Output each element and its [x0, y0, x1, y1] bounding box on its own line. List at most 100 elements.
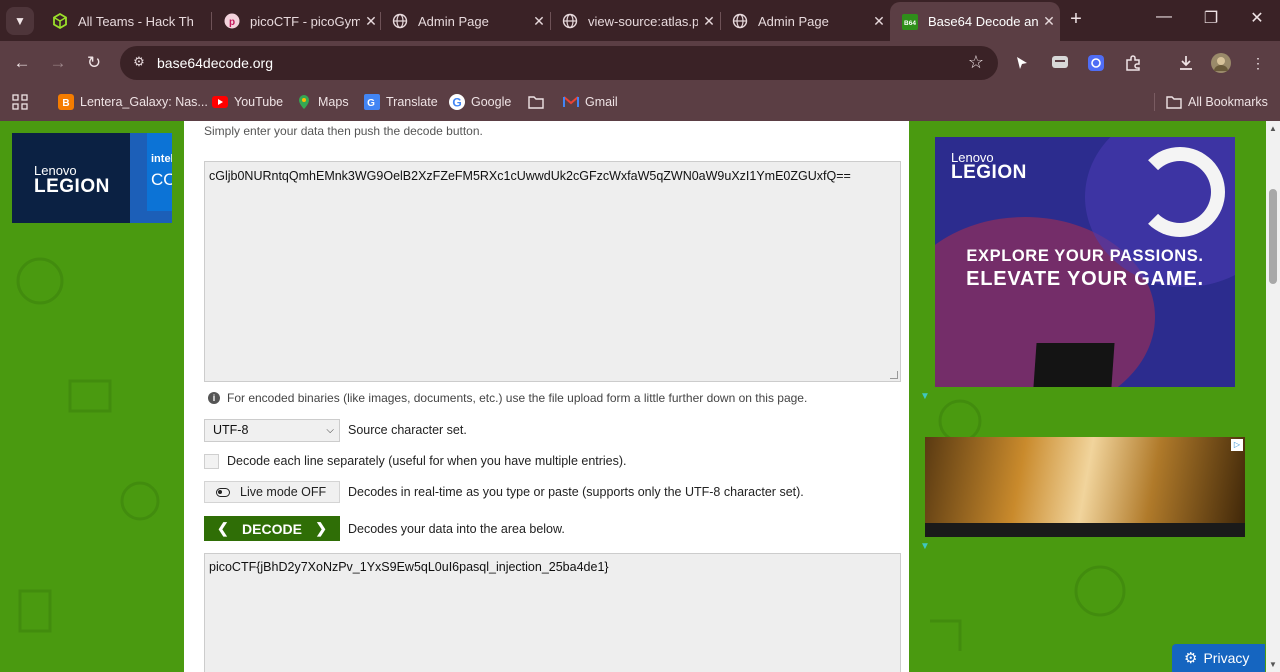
- decoded-output[interactable]: picoCTF{jBhD2y7XoNzPv_1YxS9Ew5qL0uI6pasq…: [204, 553, 901, 672]
- menu-icon[interactable]: ⋮: [1248, 53, 1268, 73]
- bookmarks-bar: B Lentera_Galaxy: Nas... YouTube Maps G …: [0, 85, 1280, 121]
- window-close-icon[interactable]: ✕: [1245, 8, 1269, 28]
- live-mode-label: Live mode OFF: [240, 485, 327, 499]
- close-icon[interactable]: ✕: [528, 13, 550, 30]
- scroll-down-icon[interactable]: ▼: [1269, 660, 1277, 669]
- youtube-icon: [212, 94, 228, 110]
- badge-extension-icon[interactable]: [1086, 53, 1106, 73]
- bookmark-lentera[interactable]: B Lentera_Galaxy: Nas...: [58, 93, 208, 111]
- decode-form: Simply enter your data then push the dec…: [184, 121, 909, 672]
- download-icon[interactable]: [1176, 53, 1196, 73]
- close-icon[interactable]: ✕: [868, 13, 890, 30]
- close-icon[interactable]: ✕: [1038, 13, 1060, 30]
- restore-icon[interactable]: ❐: [1199, 8, 1223, 28]
- tab-all-teams[interactable]: All Teams - Hack Th: [40, 6, 210, 36]
- left-banner-ad[interactable]: Lenovo LEGION intel CO: [12, 133, 172, 223]
- folder-icon: [528, 94, 544, 110]
- live-mode-description: Decodes in real-time as you type or past…: [348, 485, 804, 499]
- bookmark-gmail[interactable]: Gmail: [563, 93, 618, 111]
- each-line-checkbox[interactable]: [204, 454, 219, 469]
- forward-icon[interactable]: →: [47, 52, 69, 74]
- bookmark-star-icon[interactable]: ☆: [968, 52, 984, 73]
- scroll-thumb[interactable]: [1269, 189, 1277, 284]
- ad-partner-sub: CO: [151, 170, 172, 189]
- tab-admin-page-1[interactable]: Admin Page ✕: [380, 6, 550, 36]
- close-icon[interactable]: ✕: [360, 13, 382, 30]
- ad-partner: intel: [151, 153, 172, 165]
- gmail-icon: [563, 94, 579, 110]
- info-icon: i: [208, 392, 220, 404]
- all-bookmarks[interactable]: All Bookmarks: [1166, 93, 1268, 111]
- picoctf-icon: p: [224, 13, 240, 29]
- bookmark-translate[interactable]: G Translate: [364, 93, 438, 111]
- tab-picoctf[interactable]: p picoCTF - picoGym ✕: [212, 6, 382, 36]
- video-ad[interactable]: ▷: [925, 437, 1245, 537]
- new-tab-button[interactable]: +: [1066, 8, 1086, 32]
- privacy-label: Privacy: [1203, 650, 1250, 666]
- bookmark-youtube[interactable]: YouTube: [212, 93, 283, 111]
- privacy-button[interactable]: ⚙ Privacy: [1172, 644, 1265, 672]
- ad-product: LEGION: [951, 162, 1027, 183]
- tab-admin-page-2[interactable]: Admin Page ✕: [720, 6, 890, 36]
- charset-select[interactable]: UTF-8 ⌵: [204, 419, 340, 442]
- decoded-output-value[interactable]: picoCTF{jBhD2y7XoNzPv_1YxS9Ew5qL0uI6pasq…: [209, 560, 609, 574]
- blogger-icon: B: [58, 94, 74, 110]
- profile-avatar[interactable]: [1211, 53, 1231, 73]
- puzzle-extensions-icon[interactable]: [1123, 53, 1143, 73]
- globe-icon: [732, 13, 748, 29]
- tab-title: Admin Page: [418, 13, 489, 29]
- chevron-right-icon: ❯: [315, 520, 327, 536]
- gear-icon: ⚙: [1184, 650, 1198, 667]
- video-ad-bar: [925, 523, 1245, 537]
- bookmark-maps[interactable]: Maps: [296, 93, 349, 111]
- bookmark-label: Maps: [318, 95, 349, 109]
- close-icon[interactable]: ✕: [698, 13, 720, 30]
- bookmark-label: Google: [471, 95, 512, 109]
- live-mode-toggle[interactable]: Live mode OFF: [204, 481, 340, 503]
- folder-icon: [1166, 94, 1182, 110]
- chat-extension-icon[interactable]: [1050, 53, 1070, 73]
- svg-text:B: B: [62, 98, 69, 109]
- svg-text:p: p: [229, 17, 235, 28]
- back-icon[interactable]: ←: [11, 52, 33, 74]
- decode-button-label: DECODE: [242, 520, 302, 537]
- page-scrollbar[interactable]: ▲ ▼: [1266, 121, 1280, 672]
- decode-button[interactable]: ❮ DECODE ❯: [204, 516, 340, 541]
- minimize-icon[interactable]: —: [1152, 8, 1176, 26]
- encoded-input[interactable]: cGljb0NURntqQmhEMnk3WG9OelB2XzFZeFM5RXc1…: [204, 161, 901, 382]
- cursor-extension-icon[interactable]: [1012, 53, 1032, 73]
- bookmark-label: Translate: [386, 95, 438, 109]
- tab-title: view-source:atlas.p: [588, 13, 698, 29]
- address-url[interactable]: base64decode.org: [157, 55, 273, 71]
- ad-headline-2: ELEVATE YOUR GAME.: [966, 268, 1204, 290]
- resize-handle[interactable]: [890, 371, 898, 379]
- globe-icon: [562, 13, 578, 29]
- tab-strip: ▼ All Teams - Hack Th p picoCTF - picoGy…: [0, 0, 1280, 41]
- scroll-up-icon[interactable]: ▲: [1269, 124, 1277, 133]
- intro-text: Simply enter your data then push the dec…: [204, 124, 483, 138]
- page-viewport: Lenovo LEGION intel CO Simply enter your…: [0, 121, 1266, 672]
- tab-title: Admin Page: [758, 13, 829, 29]
- adchoices-icon[interactable]: ▼: [920, 391, 930, 402]
- chevron-down-icon: ⌵: [326, 425, 334, 436]
- reload-icon[interactable]: ↻: [83, 52, 105, 74]
- toggle-icon: [216, 487, 230, 497]
- svg-text:B64: B64: [904, 20, 916, 27]
- bookmark-label: Lentera_Galaxy: Nas...: [80, 95, 208, 109]
- tab-title: Base64 Decode an: [928, 14, 1038, 29]
- svg-text:G: G: [452, 96, 461, 110]
- bookmark-google[interactable]: G Google: [449, 93, 511, 111]
- tab-base64-decode[interactable]: B64 Base64 Decode an ✕: [890, 2, 1060, 41]
- encoded-input-value[interactable]: cGljb0NURntqQmhEMnk3WG9OelB2XzFZeFM5RXc1…: [209, 169, 851, 183]
- adchoices-icon[interactable]: ▼: [920, 541, 930, 552]
- bookmark-folder[interactable]: [528, 93, 550, 111]
- address-bar[interactable]: ⚙ base64decode.org ☆: [120, 46, 998, 80]
- right-banner-ad[interactable]: Lenovo LEGION EXPLORE YOUR PASSIONS. ELE…: [935, 137, 1235, 387]
- tab-search-button[interactable]: ▼: [6, 7, 34, 35]
- binary-note: i For encoded binaries (like images, doc…: [208, 391, 807, 405]
- site-info-icon[interactable]: ⚙: [130, 54, 148, 72]
- translate-icon: G: [364, 94, 380, 110]
- apps-icon[interactable]: [12, 93, 28, 111]
- tab-view-source[interactable]: view-source:atlas.p ✕: [550, 6, 720, 36]
- ad-info-icon[interactable]: ▷: [1231, 439, 1243, 451]
